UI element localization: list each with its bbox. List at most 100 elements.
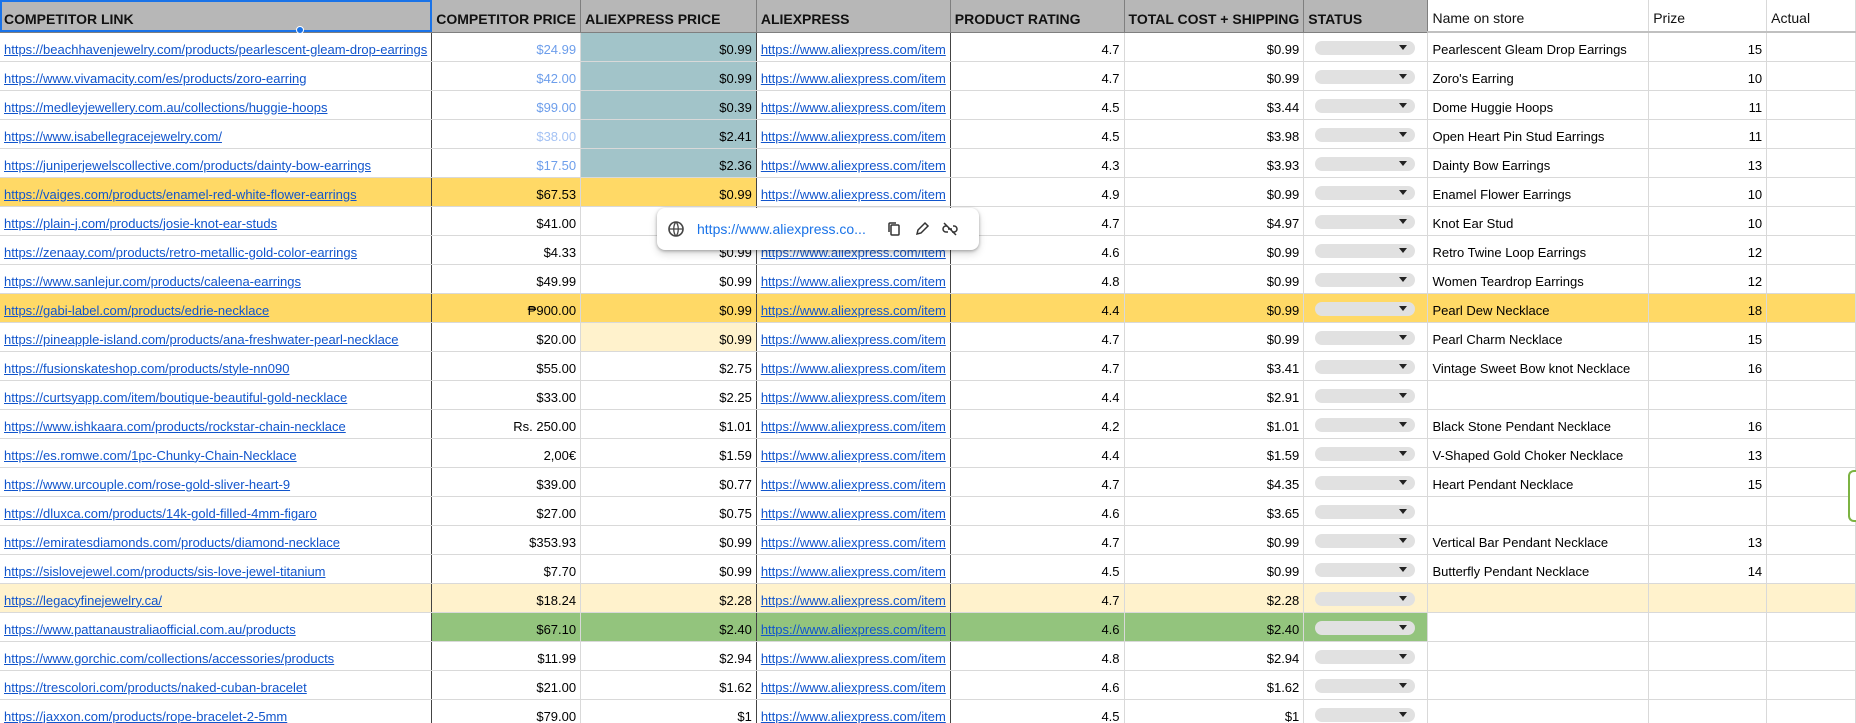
header-status[interactable]: STATUS <box>1303 0 1429 33</box>
actual-cell[interactable] <box>1766 119 1856 149</box>
aliexpress-price-cell[interactable]: $0.99 <box>580 554 757 584</box>
actual-cell[interactable] <box>1766 409 1856 439</box>
total-cost-cell[interactable]: $2.40 <box>1124 612 1305 642</box>
actual-cell[interactable] <box>1766 264 1856 294</box>
total-cost-cell[interactable]: $0.99 <box>1124 32 1305 62</box>
header-total-cost[interactable]: TOTAL COST + SHIPPING <box>1124 0 1305 33</box>
store-name-cell[interactable] <box>1427 670 1650 700</box>
actual-cell[interactable] <box>1766 61 1856 91</box>
store-name-cell[interactable]: Pearlescent Gleam Drop Earrings <box>1427 32 1650 62</box>
store-name-cell[interactable]: Knot Ear Stud <box>1427 206 1650 236</box>
status-dropdown[interactable] <box>1315 243 1416 258</box>
total-cost-cell[interactable]: $3.98 <box>1124 119 1305 149</box>
prize-cell[interactable]: 13 <box>1648 525 1768 555</box>
total-cost-cell[interactable]: $0.99 <box>1124 554 1305 584</box>
unlink-icon[interactable] <box>939 218 961 240</box>
aliexpress-link-cell[interactable]: https://www.aliexpress.com/item <box>756 351 951 381</box>
competitor-link-cell[interactable]: https://jaxxon.com/products/rope-bracele… <box>0 699 433 723</box>
status-cell[interactable] <box>1303 119 1429 149</box>
status-dropdown[interactable] <box>1315 156 1416 171</box>
rating-cell[interactable]: 4.4 <box>950 293 1125 323</box>
status-dropdown[interactable] <box>1315 533 1416 548</box>
aliexpress-price-cell[interactable]: $0.99 <box>580 322 757 352</box>
aliexpress-link-cell[interactable]: https://www.aliexpress.com/item <box>756 467 951 497</box>
status-dropdown[interactable] <box>1315 678 1416 693</box>
rating-cell[interactable]: 4.7 <box>950 32 1125 62</box>
actual-cell[interactable] <box>1766 380 1856 410</box>
total-cost-cell[interactable]: $2.94 <box>1124 641 1305 671</box>
competitor-link-cell[interactable]: https://es.romwe.com/1pc-Chunky-Chain-Ne… <box>0 438 433 468</box>
actual-cell[interactable] <box>1766 206 1856 236</box>
total-cost-cell[interactable]: $1.01 <box>1124 409 1305 439</box>
prize-cell[interactable] <box>1648 583 1768 613</box>
actual-cell[interactable] <box>1766 293 1856 323</box>
status-dropdown[interactable] <box>1315 69 1416 84</box>
competitor-price-cell[interactable]: $4.33 <box>431 235 582 265</box>
aliexpress-link-cell[interactable]: https://www.aliexpress.com/item <box>756 61 951 91</box>
actual-cell[interactable] <box>1766 554 1856 584</box>
competitor-price-cell[interactable]: $11.99 <box>431 641 582 671</box>
status-cell[interactable] <box>1303 554 1429 584</box>
store-name-cell[interactable] <box>1427 496 1650 526</box>
competitor-link-cell[interactable]: https://medleyjewellery.com.au/collectio… <box>0 90 433 120</box>
total-cost-cell[interactable]: $4.97 <box>1124 206 1305 236</box>
popup-link-url[interactable]: https://www.aliexpress.co... <box>697 221 877 237</box>
aliexpress-price-cell[interactable]: $0.39 <box>580 90 757 120</box>
total-cost-cell[interactable]: $0.99 <box>1124 177 1305 207</box>
status-dropdown[interactable] <box>1315 475 1416 490</box>
status-cell[interactable] <box>1303 583 1429 613</box>
rating-cell[interactable]: 4.5 <box>950 699 1125 723</box>
competitor-link-cell[interactable]: https://zenaay.com/products/retro-metall… <box>0 235 433 265</box>
competitor-link-cell[interactable]: https://sislovejewel.com/products/sis-lo… <box>0 554 433 584</box>
competitor-link-cell[interactable]: https://curtsyapp.com/item/boutique-beau… <box>0 380 433 410</box>
competitor-price-cell[interactable]: $49.99 <box>431 264 582 294</box>
actual-cell[interactable] <box>1766 525 1856 555</box>
aliexpress-price-cell[interactable]: $2.28 <box>580 583 757 613</box>
competitor-link-cell[interactable]: https://www.gorchic.com/collections/acce… <box>0 641 433 671</box>
header-name-on-store[interactable]: Name on store <box>1427 0 1650 33</box>
competitor-price-cell[interactable]: $20.00 <box>431 322 582 352</box>
aliexpress-link-cell[interactable]: https://www.aliexpress.com/item <box>756 612 951 642</box>
actual-cell[interactable] <box>1766 438 1856 468</box>
total-cost-cell[interactable]: $1.62 <box>1124 670 1305 700</box>
competitor-link-cell[interactable]: https://pineapple-island.com/products/an… <box>0 322 433 352</box>
rating-cell[interactable]: 4.7 <box>950 61 1125 91</box>
rating-cell[interactable]: 4.7 <box>950 351 1125 381</box>
store-name-cell[interactable]: Heart Pendant Necklace <box>1427 467 1650 497</box>
actual-cell[interactable] <box>1766 496 1856 526</box>
competitor-price-cell[interactable]: $39.00 <box>431 467 582 497</box>
competitor-price-cell[interactable]: $21.00 <box>431 670 582 700</box>
competitor-price-cell[interactable]: $67.10 <box>431 612 582 642</box>
status-cell[interactable] <box>1303 351 1429 381</box>
aliexpress-link-cell[interactable]: https://www.aliexpress.com/item <box>756 177 951 207</box>
competitor-link-cell[interactable]: https://plain-j.com/products/josie-knot-… <box>0 206 433 236</box>
aliexpress-link-cell[interactable]: https://www.aliexpress.com/item <box>756 90 951 120</box>
aliexpress-link-cell[interactable]: https://www.aliexpress.com/item <box>756 496 951 526</box>
status-dropdown[interactable] <box>1315 40 1416 55</box>
rating-cell[interactable]: 4.4 <box>950 380 1125 410</box>
competitor-price-cell[interactable]: $24.99 <box>431 32 582 62</box>
status-cell[interactable] <box>1303 177 1429 207</box>
competitor-link-cell[interactable]: https://www.ishkaara.com/products/rockst… <box>0 409 433 439</box>
status-dropdown[interactable] <box>1315 620 1416 635</box>
aliexpress-price-cell[interactable]: $0.99 <box>580 264 757 294</box>
aliexpress-price-cell[interactable]: $0.77 <box>580 467 757 497</box>
status-cell[interactable] <box>1303 641 1429 671</box>
status-cell[interactable] <box>1303 235 1429 265</box>
competitor-link-cell[interactable]: https://www.vivamacity.com/es/products/z… <box>0 61 433 91</box>
selection-handle[interactable] <box>296 26 304 34</box>
aliexpress-price-cell[interactable]: $2.75 <box>580 351 757 381</box>
header-prize[interactable]: Prize <box>1648 0 1768 33</box>
total-cost-cell[interactable]: $0.99 <box>1124 293 1305 323</box>
status-dropdown[interactable] <box>1315 127 1416 142</box>
status-cell[interactable] <box>1303 699 1429 723</box>
aliexpress-link-cell[interactable]: https://www.aliexpress.com/item <box>756 148 951 178</box>
competitor-link-cell[interactable]: https://gabi-label.com/products/edrie-ne… <box>0 293 433 323</box>
status-cell[interactable] <box>1303 148 1429 178</box>
status-cell[interactable] <box>1303 438 1429 468</box>
copy-icon[interactable] <box>883 218 905 240</box>
actual-cell[interactable] <box>1766 235 1856 265</box>
status-dropdown[interactable] <box>1315 707 1416 722</box>
prize-cell[interactable]: 16 <box>1648 351 1768 381</box>
actual-cell[interactable] <box>1766 612 1856 642</box>
